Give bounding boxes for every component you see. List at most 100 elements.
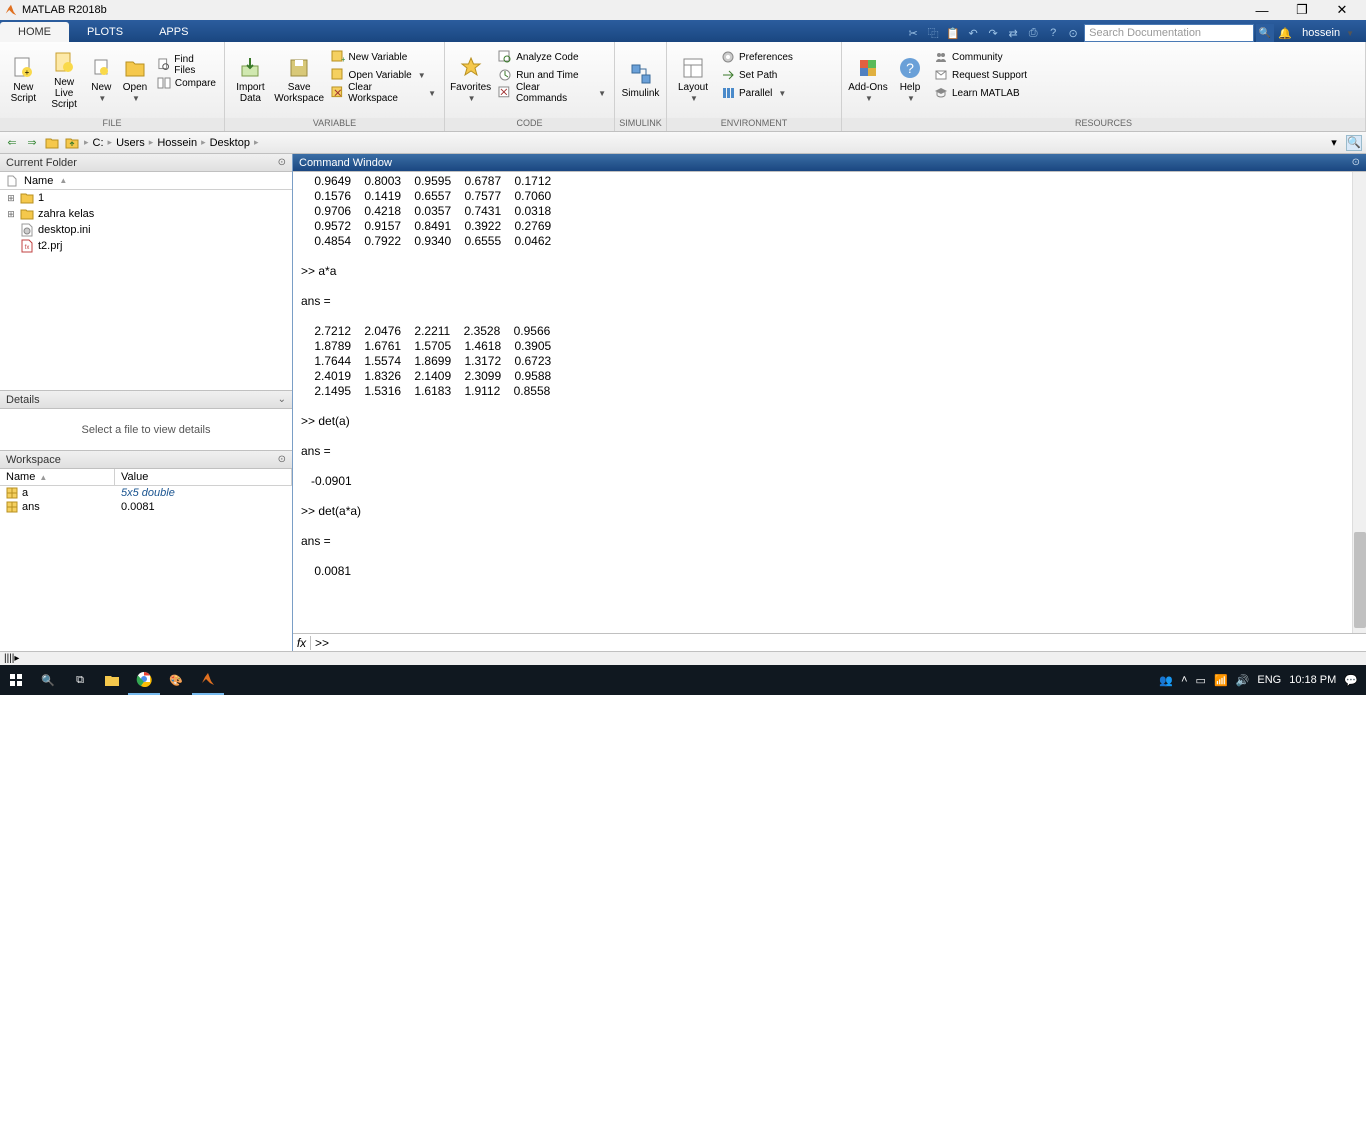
help-q-icon[interactable]: ? bbox=[1044, 24, 1062, 42]
ws-row-ans[interactable]: ans 0.0081 bbox=[0, 500, 292, 514]
people-icon[interactable]: 👥 bbox=[1159, 674, 1173, 687]
back-button[interactable]: ⇐ bbox=[4, 135, 20, 151]
language-indicator[interactable]: ENG bbox=[1257, 674, 1281, 686]
forward-button[interactable]: ⇒ bbox=[24, 135, 40, 151]
start-button[interactable] bbox=[0, 665, 32, 695]
task-view-button[interactable]: ⧉ bbox=[64, 665, 96, 695]
copy-icon[interactable]: ⿻ bbox=[924, 24, 942, 42]
learn-icon bbox=[934, 86, 948, 100]
workspace-panel: Workspace⊙ Name ▲ Value a 5x5 double ans… bbox=[0, 450, 292, 651]
open-button[interactable]: Open▼ bbox=[119, 44, 151, 116]
new-variable-button[interactable]: + New Variable bbox=[327, 48, 440, 66]
search-doc-input[interactable]: Search Documentation bbox=[1084, 24, 1254, 42]
up-folder-button[interactable] bbox=[64, 135, 80, 151]
set-path-button[interactable]: Set Path bbox=[717, 66, 797, 84]
window-title: MATLAB R2018b bbox=[22, 4, 1242, 16]
preferences-button[interactable]: Preferences bbox=[717, 48, 797, 66]
help-button[interactable]: ? Help▼ bbox=[892, 44, 928, 116]
wifi-icon[interactable]: 📶 bbox=[1214, 674, 1228, 687]
community-button[interactable]: Community bbox=[930, 48, 1031, 66]
command-window-body[interactable]: 0.9649 0.8003 0.9595 0.6787 0.1712 0.157… bbox=[293, 172, 1366, 633]
command-window-header[interactable]: Command Window⊙ bbox=[293, 154, 1366, 172]
details-collapse-icon[interactable]: ⌄ bbox=[278, 394, 286, 405]
tab-plots[interactable]: PLOTS bbox=[69, 22, 141, 42]
current-folder-header[interactable]: Current Folder⊙ bbox=[0, 154, 292, 172]
addons-button[interactable]: Add-Ons▼ bbox=[846, 44, 890, 116]
save-workspace-button[interactable]: Save Workspace bbox=[274, 44, 325, 116]
expand-icon[interactable]: ⊞ bbox=[6, 209, 16, 220]
cmd-scrollbar[interactable] bbox=[1352, 172, 1366, 633]
favorites-icon bbox=[459, 56, 483, 80]
command-prompt[interactable]: >> bbox=[311, 636, 329, 650]
minimize-ribbon-icon[interactable]: ⊙ bbox=[1064, 24, 1082, 42]
path-users[interactable]: Users bbox=[116, 137, 145, 149]
analyze-code-button[interactable]: Analyze Code bbox=[494, 48, 610, 66]
find-files-button[interactable]: Find Files bbox=[153, 56, 220, 74]
redo-icon[interactable]: ↷ bbox=[984, 24, 1002, 42]
learn-matlab-button[interactable]: Learn MATLAB bbox=[930, 84, 1031, 102]
clock[interactable]: 10:18 PM bbox=[1289, 674, 1336, 686]
paint-taskbar[interactable]: 🎨 bbox=[160, 665, 192, 695]
windows-taskbar: 🔍 ⧉ 🎨 👥 ˄ ▭ 📶 🔊 ENG 10:18 PM 💬 bbox=[0, 665, 1366, 695]
notification-icon[interactable]: 🔔 bbox=[1276, 24, 1294, 42]
new-live-script-button[interactable]: New Live Script bbox=[45, 44, 84, 116]
print-icon[interactable]: ⎙ bbox=[1024, 24, 1042, 42]
ws-row-a[interactable]: a 5x5 double bbox=[0, 486, 292, 500]
parallel-button[interactable]: Parallel▼ bbox=[717, 84, 797, 102]
cf-item-t2-prj[interactable]: fx t2.prj bbox=[0, 238, 292, 254]
folder-icon[interactable] bbox=[44, 135, 60, 151]
tab-home[interactable]: HOME bbox=[0, 22, 69, 42]
battery-icon[interactable]: ▭ bbox=[1196, 674, 1206, 687]
close-button[interactable]: ✕ bbox=[1322, 2, 1362, 18]
chrome-taskbar[interactable] bbox=[128, 665, 160, 695]
ws-columns[interactable]: Name ▲ Value bbox=[0, 469, 292, 486]
favorites-button[interactable]: Favorites▼ bbox=[449, 44, 492, 116]
notification-center-icon[interactable]: 💬 bbox=[1344, 674, 1358, 687]
cmd-menu-icon[interactable]: ⊙ bbox=[1352, 157, 1360, 168]
cf-item-folder-1[interactable]: ⊞ 1 bbox=[0, 190, 292, 206]
file-explorer-taskbar[interactable] bbox=[96, 665, 128, 695]
volume-icon[interactable]: 🔊 bbox=[1236, 674, 1250, 687]
cut-icon[interactable]: ✂ bbox=[904, 24, 922, 42]
expand-icon[interactable]: ⊞ bbox=[6, 193, 16, 204]
cf-menu-icon[interactable]: ⊙ bbox=[278, 157, 286, 168]
import-data-button[interactable]: Import Data bbox=[229, 44, 272, 116]
path-drive[interactable]: C: bbox=[93, 137, 104, 149]
path-hossein[interactable]: Hossein bbox=[157, 137, 197, 149]
compare-button[interactable]: Compare bbox=[153, 74, 220, 92]
request-support-button[interactable]: Request Support bbox=[930, 66, 1031, 84]
workspace-header[interactable]: Workspace⊙ bbox=[0, 451, 292, 469]
cf-item-desktop-ini[interactable]: desktop.ini bbox=[0, 222, 292, 238]
open-icon bbox=[123, 56, 147, 80]
undo-icon[interactable]: ↶ bbox=[964, 24, 982, 42]
clear-workspace-button[interactable]: Clear Workspace▼ bbox=[327, 84, 440, 102]
path-desktop[interactable]: Desktop bbox=[210, 137, 250, 149]
ws-menu-icon[interactable]: ⊙ bbox=[278, 454, 286, 465]
minimize-button[interactable]: — bbox=[1242, 3, 1282, 18]
paste-icon[interactable]: 📋 bbox=[944, 24, 962, 42]
details-header[interactable]: Details⌄ bbox=[0, 391, 292, 409]
cf-name-header[interactable]: Name ▲ bbox=[0, 172, 292, 190]
cf-body: ⊞ 1 ⊞ zahra kelas desktop.ini fx t2.prj bbox=[0, 190, 292, 390]
tray-up-icon[interactable]: ˄ bbox=[1181, 674, 1187, 686]
new-button[interactable]: New▼ bbox=[85, 44, 117, 116]
cf-item-folder-zahra[interactable]: ⊞ zahra kelas bbox=[0, 206, 292, 222]
ini-file-icon bbox=[20, 223, 34, 237]
maximize-button[interactable]: ❐ bbox=[1282, 2, 1322, 18]
simulink-button[interactable]: Simulink bbox=[619, 44, 662, 116]
layout-button[interactable]: Layout▼ bbox=[671, 44, 715, 116]
path-search-button[interactable]: 🔍 bbox=[1346, 135, 1362, 151]
folder-icon bbox=[20, 207, 34, 221]
matlab-taskbar[interactable] bbox=[192, 665, 224, 695]
fx-icon[interactable]: fx bbox=[293, 636, 311, 650]
search-taskbar-button[interactable]: 🔍 bbox=[32, 665, 64, 695]
tab-apps[interactable]: APPS bbox=[141, 22, 206, 42]
user-menu[interactable]: hossein▼ bbox=[1296, 27, 1360, 39]
new-var-icon: + bbox=[331, 50, 345, 64]
path-dropdown[interactable]: ▾ bbox=[1326, 135, 1342, 151]
search-button[interactable]: 🔍 bbox=[1256, 24, 1274, 42]
switch-icon[interactable]: ⇄ bbox=[1004, 24, 1022, 42]
new-script-button[interactable]: + New Script bbox=[4, 44, 43, 116]
clear-commands-button[interactable]: Clear Commands▼ bbox=[494, 84, 610, 102]
command-input-bar[interactable]: fx >> bbox=[293, 633, 1366, 651]
